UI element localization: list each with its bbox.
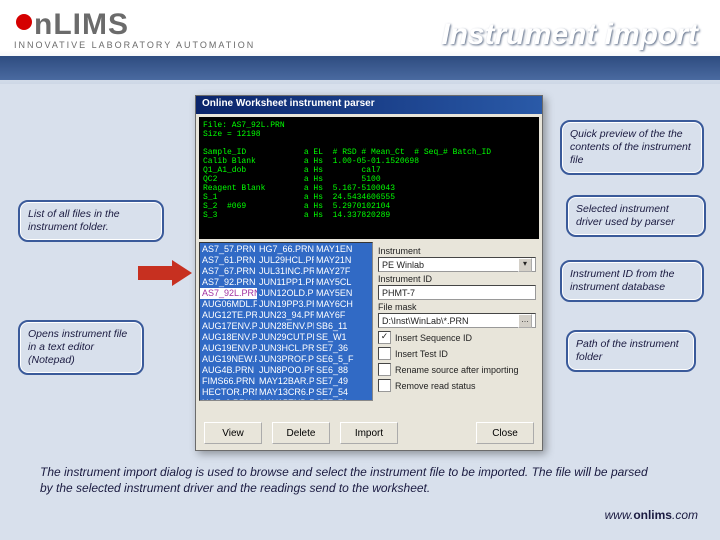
file-item[interactable]: MAY12BAR.PRN — [257, 376, 314, 387]
view-button[interactable]: View — [204, 422, 262, 444]
file-item[interactable]: JUL29HCL.PRN — [257, 255, 314, 266]
file-item[interactable]: AS7_61.PRN — [200, 255, 257, 266]
file-item[interactable]: AS7_92.PRN — [200, 277, 257, 288]
file-item[interactable]: SE7_54 — [314, 387, 371, 398]
file-item[interactable]: SE_W1 — [314, 332, 371, 343]
file-item[interactable]: SB6_11 — [314, 321, 371, 332]
callout-instrument-id: Instrument ID from the instrument databa… — [560, 260, 704, 302]
file-item[interactable]: JUN11PP1.PRN — [257, 277, 314, 288]
callout-path: Path of the instrument folder — [566, 330, 696, 372]
file-item[interactable]: MAY27F — [314, 266, 371, 277]
instrument-id-label: Instrument ID — [378, 274, 536, 284]
file-item[interactable]: SE6_5_F — [314, 354, 371, 365]
file-item[interactable]: MAY6CH — [314, 299, 371, 310]
instrument-select[interactable]: PE Winlab▾ — [378, 257, 536, 272]
file-item[interactable]: AUG19NEW.PRN — [200, 354, 257, 365]
file-item[interactable]: AUG17ENV.PRN — [200, 321, 257, 332]
file-item[interactable]: JUN3HCL.PRN — [257, 343, 314, 354]
brand-logo: nLIMS INNOVATIVE LABORATORY AUTOMATION — [14, 8, 255, 50]
file-item[interactable]: JUN19PP3.PRN — [257, 299, 314, 310]
file-item[interactable]: MAY15END.PRN — [257, 398, 314, 401]
file-item[interactable]: AS7_67.PRN — [200, 266, 257, 277]
file-preview-pane: File: AS7_92L.PRN Size = 12198 Sample_ID… — [199, 117, 539, 239]
footer-description: The instrument import dialog is used to … — [40, 464, 660, 496]
file-item[interactable]: MAY1EN — [314, 244, 371, 255]
rename-source-checkbox[interactable] — [378, 363, 391, 376]
file-item[interactable]: AUG18ENV.PRN — [200, 332, 257, 343]
callout-opens-notepad: Opens instrument file in a text editor (… — [18, 320, 144, 375]
close-button[interactable]: Close — [476, 422, 534, 444]
remove-read-checkbox[interactable] — [378, 379, 391, 392]
file-mask-field[interactable]: D:\Inst\WinLab\*.PRN… — [378, 313, 536, 328]
callout-driver: Selected instrument driver used by parse… — [566, 195, 706, 237]
file-item[interactable]: JUL31INC.PRN — [257, 266, 314, 277]
instrument-id-field[interactable]: PHMT-7 — [378, 285, 536, 300]
file-item[interactable]: JUN28ENV.PRN — [257, 321, 314, 332]
file-item[interactable]: MAY5EN — [314, 288, 371, 299]
file-item[interactable]: AUG4B.PRN — [200, 365, 257, 376]
footer-url: www.onlims.com — [605, 508, 698, 522]
file-item[interactable]: MAY6F — [314, 310, 371, 321]
dialog-titlebar: Online Worksheet instrument parser — [196, 96, 542, 114]
chevron-down-icon[interactable]: ▾ — [518, 258, 532, 272]
page-title: Instrument import — [441, 18, 698, 52]
delete-button[interactable]: Delete — [272, 422, 330, 444]
file-item[interactable]: AS7_57.PRN — [200, 244, 257, 255]
file-item[interactable]: SE7_36 — [314, 343, 371, 354]
file-item[interactable]: HECTOR.PRN — [200, 387, 257, 398]
file-item[interactable]: SE7_71 — [314, 398, 371, 401]
file-item[interactable]: JUN3PROF.PRN — [257, 354, 314, 365]
insert-sequence-checkbox[interactable]: ✓ — [378, 331, 391, 344]
file-item[interactable]: AS7_92L.PRN — [200, 288, 257, 299]
file-item[interactable]: AUG12TE.PRN — [200, 310, 257, 321]
browse-button[interactable]: … — [518, 314, 532, 328]
file-item[interactable]: MAY21N — [314, 255, 371, 266]
file-item[interactable]: JUN29CUT.PRN — [257, 332, 314, 343]
file-item[interactable]: HG7_66.PRN — [257, 244, 314, 255]
file-mask-label: File mask — [378, 302, 536, 312]
file-item[interactable]: JUN8POO.PRN — [257, 365, 314, 376]
file-item[interactable]: MAY5CL — [314, 277, 371, 288]
import-dialog: Online Worksheet instrument parser File:… — [195, 95, 543, 451]
file-item[interactable]: MAY13CR6.PRN — [257, 387, 314, 398]
file-item[interactable]: SE7_49 — [314, 376, 371, 387]
arrow-icon — [138, 260, 192, 286]
file-item[interactable]: SE6_88 — [314, 365, 371, 376]
callout-preview: Quick preview of the the contents of the… — [560, 120, 704, 175]
file-item[interactable]: JUN23_94.PRN — [257, 310, 314, 321]
file-item[interactable]: AUG19ENV.PRN — [200, 343, 257, 354]
file-list[interactable]: AS7_57.PRNAS7_61.PRNAS7_67.PRNAS7_92.PRN… — [199, 242, 373, 401]
callout-file-list: List of all files in the instrument fold… — [18, 200, 164, 242]
instrument-label: Instrument — [378, 246, 536, 256]
file-item[interactable]: AUG06MDL.PRN — [200, 299, 257, 310]
file-item[interactable]: JUN12OLD.PRN — [257, 288, 314, 299]
file-item[interactable]: HG7_6.PRN — [200, 398, 257, 401]
file-item[interactable]: FIMS66.PRN — [200, 376, 257, 387]
import-button[interactable]: Import — [340, 422, 398, 444]
insert-test-checkbox[interactable] — [378, 347, 391, 360]
